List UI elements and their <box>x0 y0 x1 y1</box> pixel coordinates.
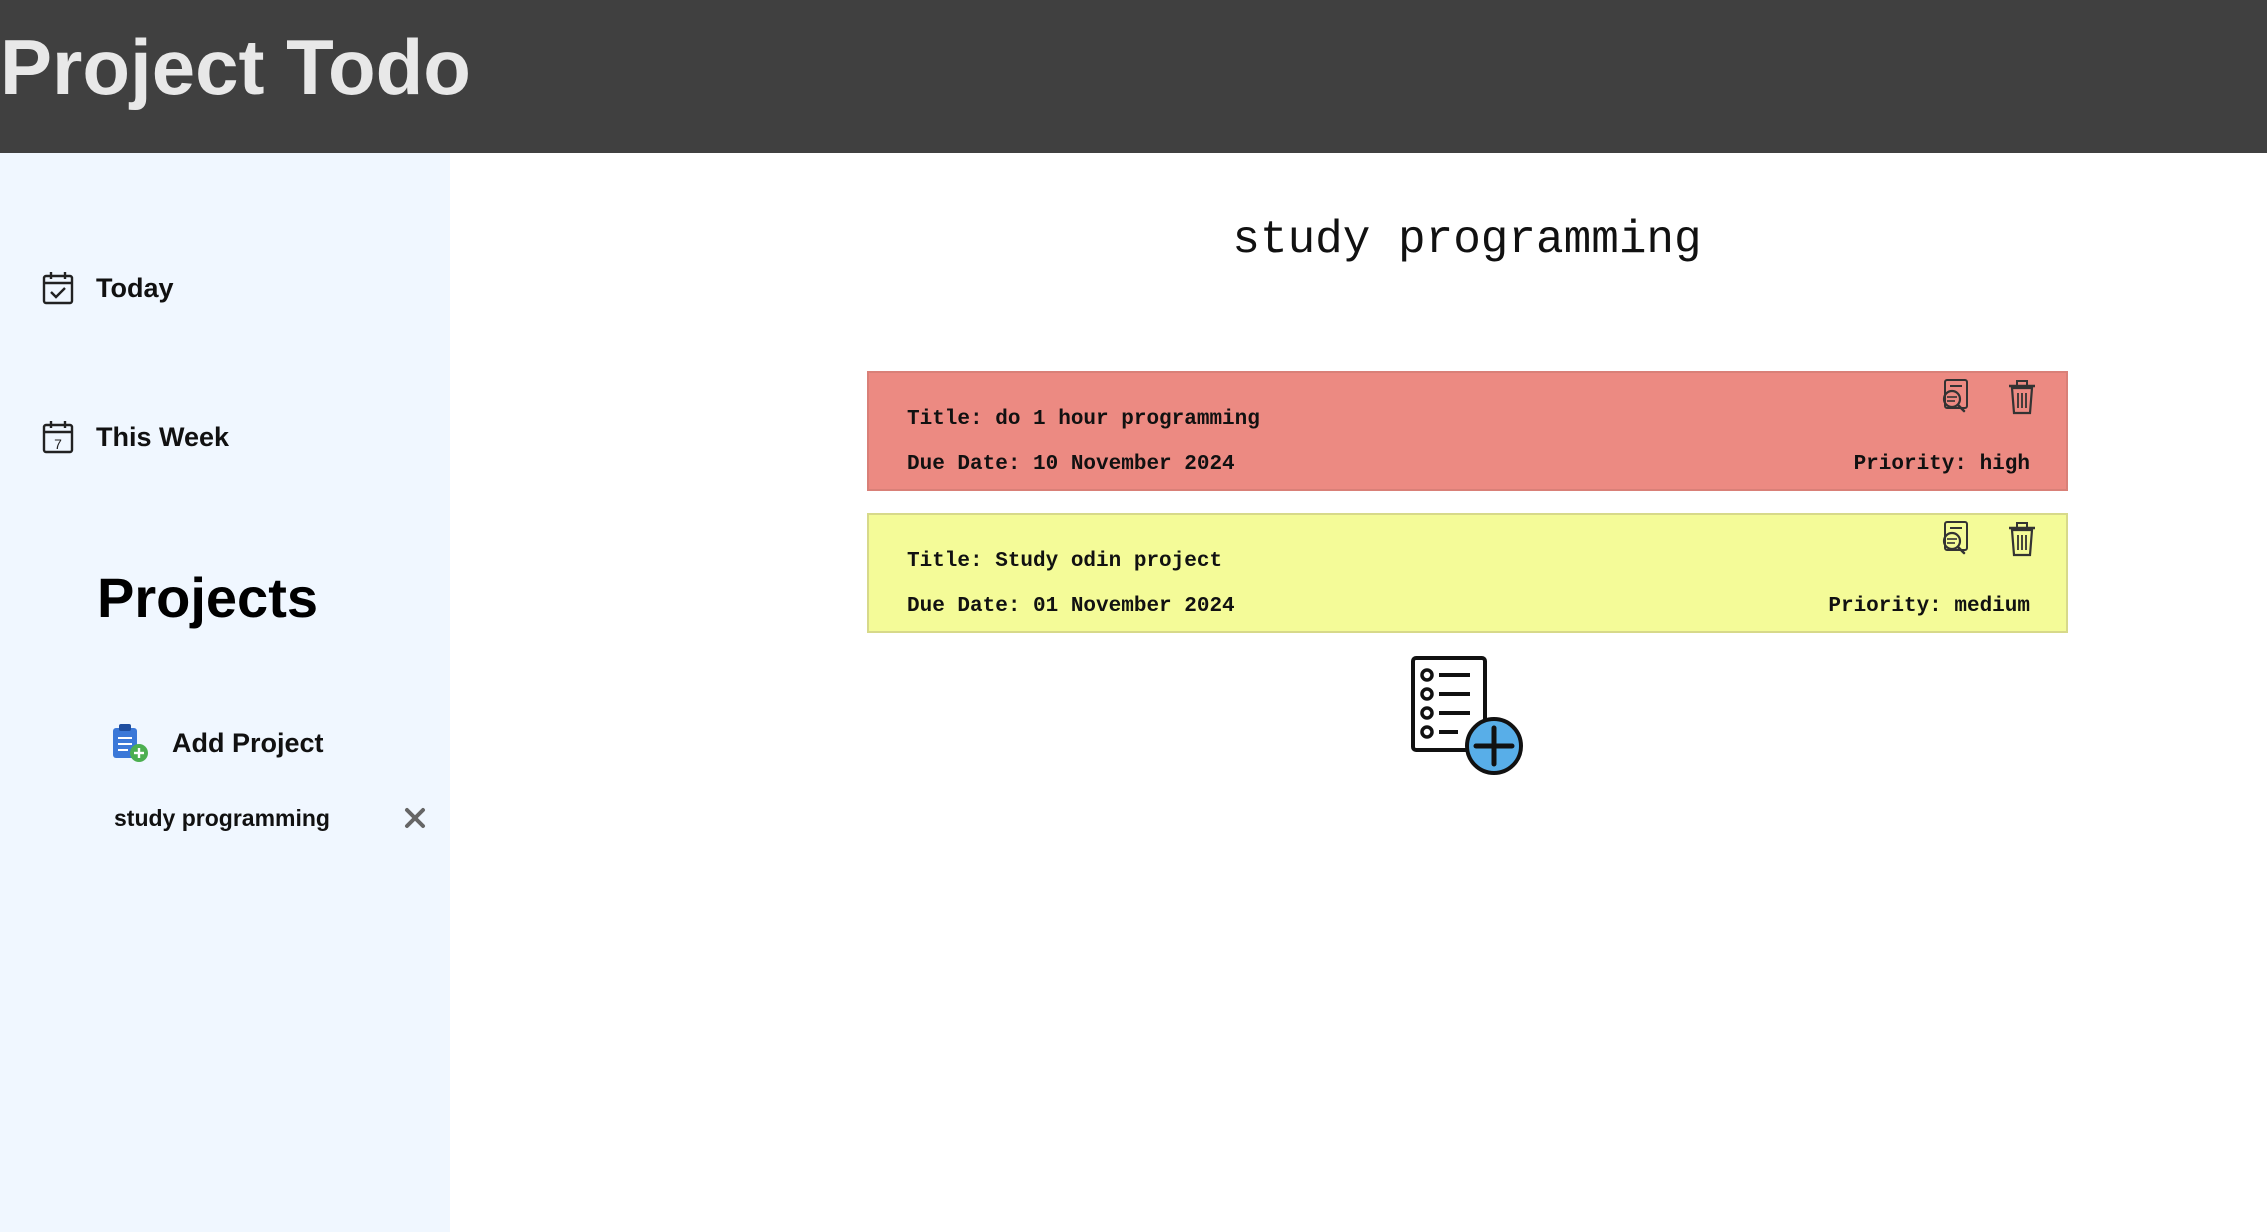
calendar-check-icon <box>40 270 76 306</box>
project-item-label[interactable]: study programming <box>114 805 330 832</box>
calendar-week-icon: 7 <box>40 419 76 455</box>
todo-due-date: Due Date: 10 November 2024 <box>907 453 1235 476</box>
sidebar: Today 7 This Week Projects Add Project s… <box>0 153 450 1232</box>
project-item: study programming <box>114 800 430 836</box>
trash-icon[interactable] <box>2002 377 2042 417</box>
svg-text:7: 7 <box>54 436 62 452</box>
nav-this-week-label: This Week <box>96 421 230 452</box>
add-task-button[interactable] <box>1410 655 1526 779</box>
projects-heading: Projects <box>97 566 318 629</box>
delete-project-icon[interactable] <box>402 805 428 831</box>
add-project-label: Add Project <box>172 727 324 758</box>
nav-this-week[interactable]: 7 This Week <box>40 417 229 457</box>
view-details-icon[interactable] <box>1936 519 1976 559</box>
todo-due-date: Due Date: 01 November 2024 <box>907 595 1235 618</box>
todo-priority: Priority: high <box>1853 453 2030 476</box>
project-title: study programming <box>1232 214 1702 266</box>
trash-icon[interactable] <box>2002 519 2042 559</box>
todo-title: Title: Study odin project <box>907 550 1223 573</box>
todo-priority: Priority: medium <box>1828 595 2030 618</box>
add-project-icon <box>110 722 150 764</box>
add-task-icon <box>1411 656 1523 775</box>
todo-title: Title: do 1 hour programming <box>907 408 1260 431</box>
nav-today[interactable]: Today <box>40 268 174 308</box>
todo-card[interactable]: Title: Study odin project Due Date: 01 N… <box>867 513 2068 633</box>
app-header: Project Todo <box>0 0 2267 153</box>
view-details-icon[interactable] <box>1936 377 1976 417</box>
add-project-button[interactable]: Add Project <box>110 721 324 765</box>
app-title: Project Todo <box>0 23 471 111</box>
nav-today-label: Today <box>96 272 174 303</box>
todo-card[interactable]: Title: do 1 hour programming Due Date: 1… <box>867 371 2068 491</box>
